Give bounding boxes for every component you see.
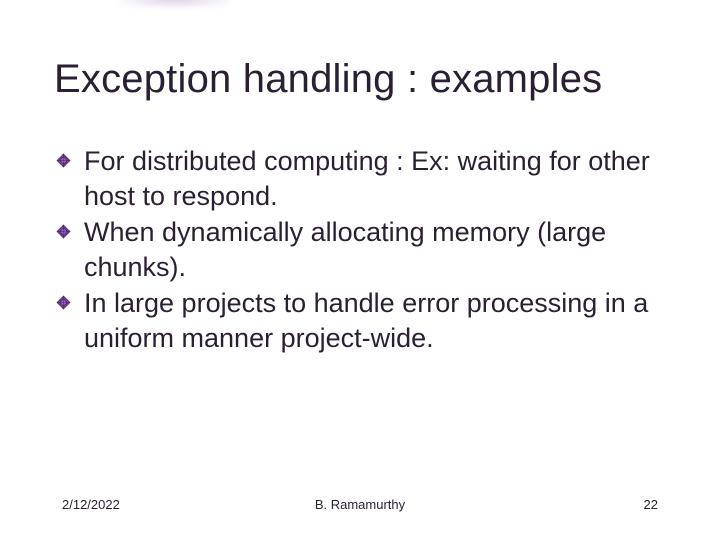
bullet-list: For distributed computing : Ex: waiting … bbox=[54, 144, 666, 355]
slide-container: Exception handling : examples For distri… bbox=[0, 0, 720, 540]
footer-author: B. Ramamurthy bbox=[315, 497, 405, 512]
diamond-bullet-icon bbox=[56, 295, 71, 310]
slide-title: Exception handling : examples bbox=[54, 56, 666, 102]
footer-date: 2/12/2022 bbox=[62, 497, 120, 512]
list-item: For distributed computing : Ex: waiting … bbox=[54, 144, 666, 213]
list-item: In large projects to handle error proces… bbox=[54, 286, 666, 355]
footer-page-number: 22 bbox=[644, 497, 658, 512]
diamond-bullet-icon bbox=[56, 153, 71, 168]
bullet-text: In large projects to handle error proces… bbox=[84, 288, 648, 353]
bullet-text: When dynamically allocating memory (larg… bbox=[84, 217, 606, 282]
diamond-bullet-icon bbox=[56, 224, 71, 239]
slide-footer: 2/12/2022 B. Ramamurthy 22 bbox=[0, 497, 720, 512]
bullet-text: For distributed computing : Ex: waiting … bbox=[84, 146, 650, 211]
list-item: When dynamically allocating memory (larg… bbox=[54, 215, 666, 284]
